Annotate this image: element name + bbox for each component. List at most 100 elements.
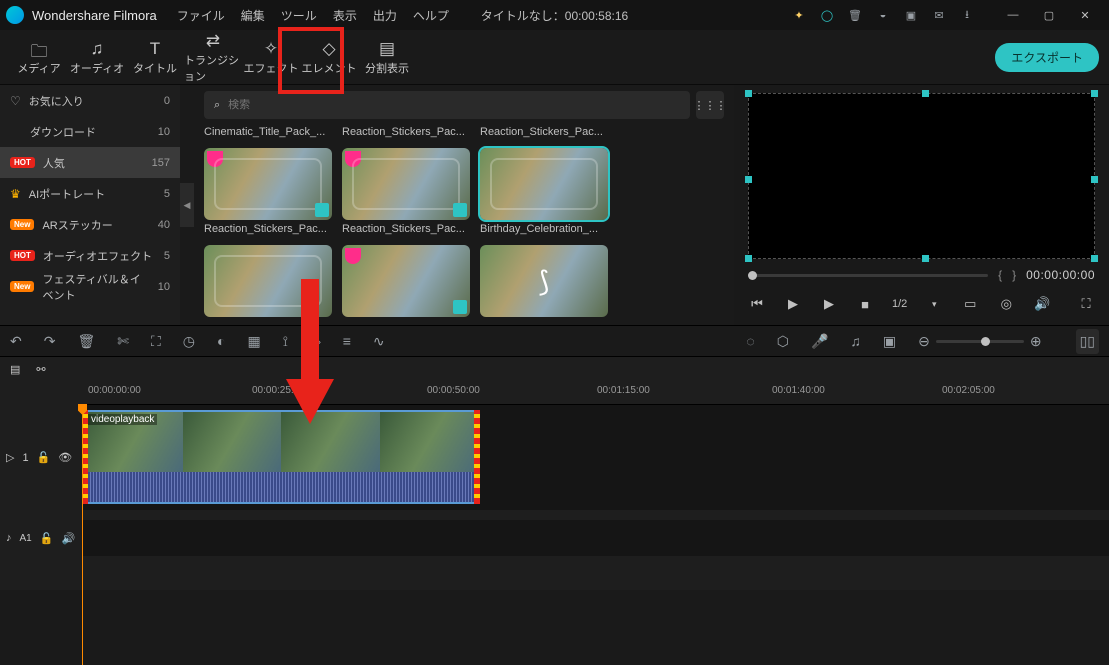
menu-file[interactable]: ファイル <box>177 7 225 24</box>
tab-title[interactable]: Tタイトル <box>126 30 184 85</box>
user-icon[interactable]: ◒ <box>869 1 897 29</box>
cut-button[interactable]: ✄ <box>117 333 129 350</box>
menu-bar: ファイル 編集 ツール 表示 出力 ヘルプ <box>177 7 449 24</box>
playhead[interactable] <box>82 405 83 665</box>
mark-in-icon[interactable]: { <box>998 268 1002 282</box>
undo-button[interactable]: ↶ <box>10 333 22 350</box>
sidebar-item-label: オーディオエフェクト <box>43 248 152 264</box>
trash-icon[interactable]: 🗑 <box>841 1 869 29</box>
adjust-button[interactable]: ≡ <box>343 333 351 349</box>
eye-icon[interactable]: 👁 <box>58 451 72 464</box>
tab-effect[interactable]: ✧エフェクト <box>242 30 300 85</box>
preview-timecode: 00:00:00:00 <box>1026 268 1095 282</box>
volume-button[interactable]: 🔊 <box>1033 296 1051 312</box>
zoom-control[interactable]: ⊖⊕ <box>918 333 1041 350</box>
headphones-icon[interactable]: ◯ <box>813 1 841 29</box>
color-button[interactable]: ◐ <box>217 333 225 349</box>
menu-output[interactable]: 出力 <box>373 7 397 24</box>
menu-help[interactable]: ヘルプ <box>413 7 449 24</box>
link-icon[interactable]: ⚯ <box>36 363 45 376</box>
video-track[interactable]: ▷1🔓👁 videoplayback <box>0 405 1109 510</box>
collapse-sidebar-button[interactable]: ◀ <box>180 183 194 227</box>
effect-item[interactable]: ⟆ <box>480 245 608 317</box>
zoom-out-icon[interactable]: ⊖ <box>918 333 930 350</box>
view-grid-button[interactable]: ⋮⋮⋮ <box>696 91 724 119</box>
timeline[interactable]: 00:00:00:00 00:00:25:00 00:00:50:00 00:0… <box>0 381 1109 590</box>
mixer-button[interactable]: ♫ <box>850 333 861 349</box>
keyframe-button[interactable]: ◈ <box>310 333 321 350</box>
mark-out-icon[interactable]: } <box>1012 268 1016 282</box>
preview-canvas[interactable] <box>748 93 1095 259</box>
minimize-button[interactable]: — <box>995 1 1031 29</box>
aspect-icon[interactable]: ▭ <box>961 296 979 312</box>
close-button[interactable]: ✕ <box>1067 1 1103 29</box>
sidebar-item-arsticker[interactable]: NewARステッカー40 <box>0 209 180 240</box>
item-label: Cinematic_Title_Pack_... <box>204 126 332 138</box>
sidebar-item-festival[interactable]: Newフェスティバル＆イベント10 <box>0 271 180 302</box>
tab-transition[interactable]: ⇄トランジション <box>184 30 242 85</box>
lock-icon[interactable]: 🔓 <box>40 532 54 545</box>
menu-view[interactable]: 表示 <box>333 7 357 24</box>
effect-item[interactable]: Birthday_Celebration_... <box>480 148 608 235</box>
effect-item[interactable] <box>204 245 332 317</box>
motion-button[interactable]: ⟟ <box>283 333 288 350</box>
delete-button[interactable]: 🗑 <box>77 333 95 350</box>
speaker-icon[interactable]: 🔊 <box>61 532 75 545</box>
video-clip[interactable]: videoplayback <box>82 410 480 504</box>
sidebar-item-downloads[interactable]: ダウンロード10 <box>0 116 180 147</box>
greenscreen-button[interactable]: ▦ <box>247 333 260 350</box>
effect-item[interactable] <box>342 245 470 317</box>
speed-button[interactable]: ◷ <box>183 333 195 350</box>
heart-icon: ♡ <box>10 94 21 108</box>
menu-edit[interactable]: 編集 <box>241 7 265 24</box>
download-icon[interactable]: ⭳ <box>953 1 981 29</box>
record-button[interactable]: 🎤 <box>811 333 828 350</box>
track-icon: ♪ <box>6 532 12 544</box>
play-button[interactable]: ▶ <box>820 296 838 312</box>
mail-icon[interactable]: ✉ <box>925 1 953 29</box>
search-input[interactable] <box>228 99 680 111</box>
save-icon[interactable]: ▣ <box>897 1 925 29</box>
tab-split[interactable]: ▤分割表示 <box>358 30 416 85</box>
time-ruler[interactable]: 00:00:00:00 00:00:25:00 00:00:50:00 00:0… <box>82 381 1109 405</box>
play-back-button[interactable]: ▶ <box>784 296 802 312</box>
download-icon <box>453 300 467 314</box>
tips-icon[interactable]: ✦ <box>785 1 813 29</box>
favorite-icon <box>345 248 361 264</box>
item-label: Reaction_Stickers_Pac... <box>480 126 608 138</box>
maximize-button[interactable]: ▢ <box>1031 1 1067 29</box>
sidebar-item-aiportrait[interactable]: ♛AIポートレート5 <box>0 178 180 209</box>
snapshot2-button[interactable]: ▣ <box>883 333 896 350</box>
redo-button[interactable]: ↷ <box>44 333 56 350</box>
new-badge-icon: New <box>10 281 34 292</box>
marker-button[interactable]: ⬡ <box>777 333 789 350</box>
menu-tool[interactable]: ツール <box>281 7 317 24</box>
crop-button[interactable]: ⛶ <box>151 333 161 350</box>
render-button[interactable]: ◌ <box>746 333 754 349</box>
sidebar-item-audiofx[interactable]: HOTオーディオエフェクト5 <box>0 240 180 271</box>
export-button[interactable]: エクスポート <box>995 43 1099 72</box>
audio-track[interactable]: ♪A1🔓🔊 <box>0 520 1109 556</box>
lock-icon[interactable]: 🔓 <box>37 451 51 464</box>
tab-element[interactable]: ◇エレメント <box>300 30 358 85</box>
zoom-in-icon[interactable]: ⊕ <box>1030 333 1042 350</box>
search-box[interactable]: ⌕ <box>204 91 690 119</box>
sidebar-item-favorites[interactable]: ♡お気に入り0 <box>0 85 180 116</box>
sidebar-item-label: お気に入り <box>29 93 84 109</box>
prev-frame-button[interactable]: ⏮ <box>748 296 766 312</box>
effect-item[interactable]: Reaction_Stickers_Pac... <box>204 148 332 235</box>
tab-audio[interactable]: ♫オーディオ <box>68 30 126 85</box>
timeline-view-icon[interactable]: ▤ <box>10 363 20 376</box>
effect-item[interactable]: Reaction_Stickers_Pac... <box>342 148 470 235</box>
sidebar-item-popular[interactable]: HOT人気157 <box>0 147 180 178</box>
preview-scrubber[interactable] <box>748 274 988 277</box>
item-label: Reaction_Stickers_Pac... <box>342 223 470 235</box>
fit-button[interactable]: ▯▯ <box>1076 329 1099 354</box>
tab-media[interactable]: 🗀メディア <box>10 30 68 85</box>
zoom-fraction[interactable]: 1/2 <box>892 298 907 310</box>
snapshot-button[interactable]: ◎ <box>997 296 1015 312</box>
chevron-down-icon[interactable]: ▾ <box>925 299 943 310</box>
fullscreen-button[interactable]: ⛶ <box>1077 296 1095 312</box>
audio-button[interactable]: ∿ <box>373 333 385 350</box>
stop-button[interactable]: ■ <box>856 297 874 312</box>
